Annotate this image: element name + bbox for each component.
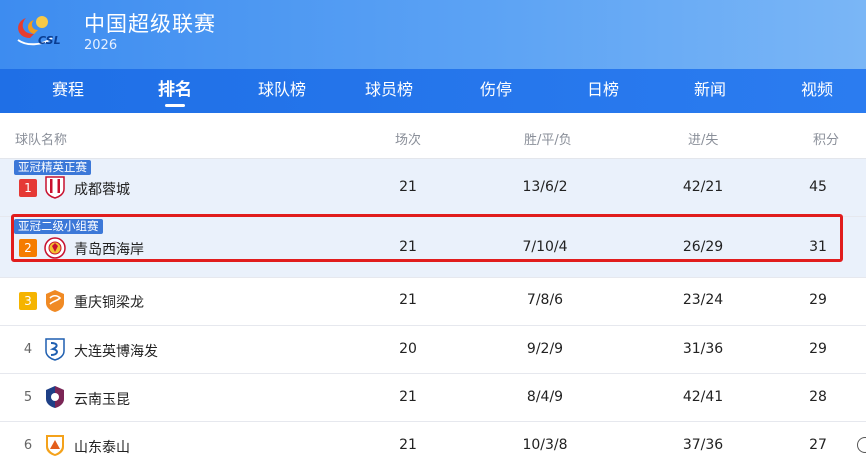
tab-label: 视频 (800, 80, 833, 99)
league-season: 2026 (84, 38, 118, 53)
points-value: 31 (809, 239, 827, 255)
goals-value: 37/36 (682, 437, 724, 453)
qualification-tag: 亚冠精英正赛 (14, 160, 91, 175)
tab-news[interactable]: 新闻 (665, 69, 755, 113)
tab-bar: 赛程 排名 球队榜 球员榜 伤停 日榜 新闻 视频 (0, 69, 866, 113)
record-value: 7/8/6 (526, 292, 564, 308)
tab-daily[interactable]: 日榜 (558, 69, 648, 113)
rank-badge: 3 (19, 292, 37, 310)
tab-label: 排名 (158, 80, 192, 100)
record-value: 13/6/2 (522, 179, 568, 195)
tab-standings[interactable]: 排名 (130, 69, 220, 113)
record-value: 10/3/8 (522, 437, 568, 453)
played-value: 21 (399, 292, 417, 308)
yunnan-crest-icon (44, 385, 66, 409)
team-name[interactable]: 山东泰山 (74, 437, 130, 457)
team-name[interactable]: 青岛西海岸 (74, 239, 144, 259)
standings-column-header: 球队名称 场次 胜/平/负 进/失 积分 (0, 113, 866, 159)
rank-badge: 1 (19, 179, 37, 197)
tab-label: 赛程 (51, 80, 84, 99)
goals-value: 42/21 (682, 179, 724, 195)
points-value: 27 (809, 437, 827, 453)
points-value: 29 (809, 341, 827, 357)
record-value: 8/4/9 (526, 389, 564, 405)
tab-label: 球队榜 (257, 80, 306, 99)
tab-label: 新闻 (693, 80, 726, 99)
col-points: 积分 (813, 133, 840, 148)
league-title: 中国超级联赛 (84, 12, 216, 36)
table-row[interactable]: 4 大连英博海发 20 9/2/9 31/36 29 (0, 326, 866, 374)
played-value: 21 (399, 179, 417, 195)
tab-label: 伤停 (479, 80, 512, 99)
col-team: 球队名称 (15, 133, 68, 148)
tab-player-rankings[interactable]: 球员榜 (344, 69, 434, 113)
team-name[interactable]: 成都蓉城 (74, 179, 130, 199)
record-value: 7/10/4 (522, 239, 568, 255)
goals-value: 23/24 (682, 292, 724, 308)
tab-schedule[interactable]: 赛程 (23, 69, 113, 113)
qualification-tag: 亚冠二级小组赛 (14, 219, 103, 234)
rank-number: 5 (23, 390, 33, 405)
tab-videos[interactable]: 视频 (772, 69, 862, 113)
goals-value: 31/36 (682, 341, 724, 357)
table-row[interactable]: 亚冠精英正赛 1 成都蓉城 21 13/6/2 42/21 45 (0, 159, 866, 217)
active-tab-indicator (165, 104, 185, 107)
team-name[interactable]: 云南玉昆 (74, 389, 130, 409)
col-goals: 进/失 (688, 133, 719, 148)
dalian-crest-icon (44, 337, 66, 361)
table-row[interactable]: 6 山东泰山 21 10/3/8 37/36 27 (0, 422, 866, 458)
rank-badge: 2 (19, 239, 37, 257)
league-header: CSL 中国超级联赛 2026 (0, 0, 866, 69)
played-value: 21 (399, 437, 417, 453)
table-row[interactable]: 3 重庆铜梁龙 21 7/8/6 23/24 29 (0, 278, 866, 326)
csl-logo-text: CSL (38, 34, 61, 47)
points-value: 45 (809, 179, 827, 195)
rank-number: 6 (23, 438, 33, 453)
rank-number: 4 (23, 342, 33, 357)
tab-label: 日榜 (586, 80, 619, 99)
points-value: 29 (809, 292, 827, 308)
team-name[interactable]: 大连英博海发 (74, 341, 158, 361)
played-value: 21 (399, 389, 417, 405)
col-record: 胜/平/负 (524, 133, 572, 148)
goals-value: 26/29 (682, 239, 724, 255)
clock-icon[interactable] (857, 437, 866, 453)
tab-injuries[interactable]: 伤停 (451, 69, 541, 113)
record-value: 9/2/9 (526, 341, 564, 357)
table-row[interactable]: 5 云南玉昆 21 8/4/9 42/41 28 (0, 374, 866, 422)
points-value: 28 (809, 389, 827, 405)
table-row[interactable]: 亚冠二级小组赛 2 青岛西海岸 21 7/10/4 26/29 31 (0, 217, 866, 278)
qingdao-crest-icon (44, 236, 66, 260)
col-played: 场次 (395, 133, 422, 148)
played-value: 20 (399, 341, 417, 357)
goals-value: 42/41 (682, 389, 724, 405)
chengdu-crest-icon (44, 175, 66, 199)
chongqing-crest-icon (44, 289, 66, 313)
tab-team-rankings[interactable]: 球队榜 (237, 69, 327, 113)
tab-label: 球员榜 (364, 80, 413, 99)
played-value: 21 (399, 239, 417, 255)
team-name[interactable]: 重庆铜梁龙 (74, 292, 144, 312)
shandong-crest-icon (44, 433, 66, 457)
csl-logo: CSL (12, 12, 72, 52)
